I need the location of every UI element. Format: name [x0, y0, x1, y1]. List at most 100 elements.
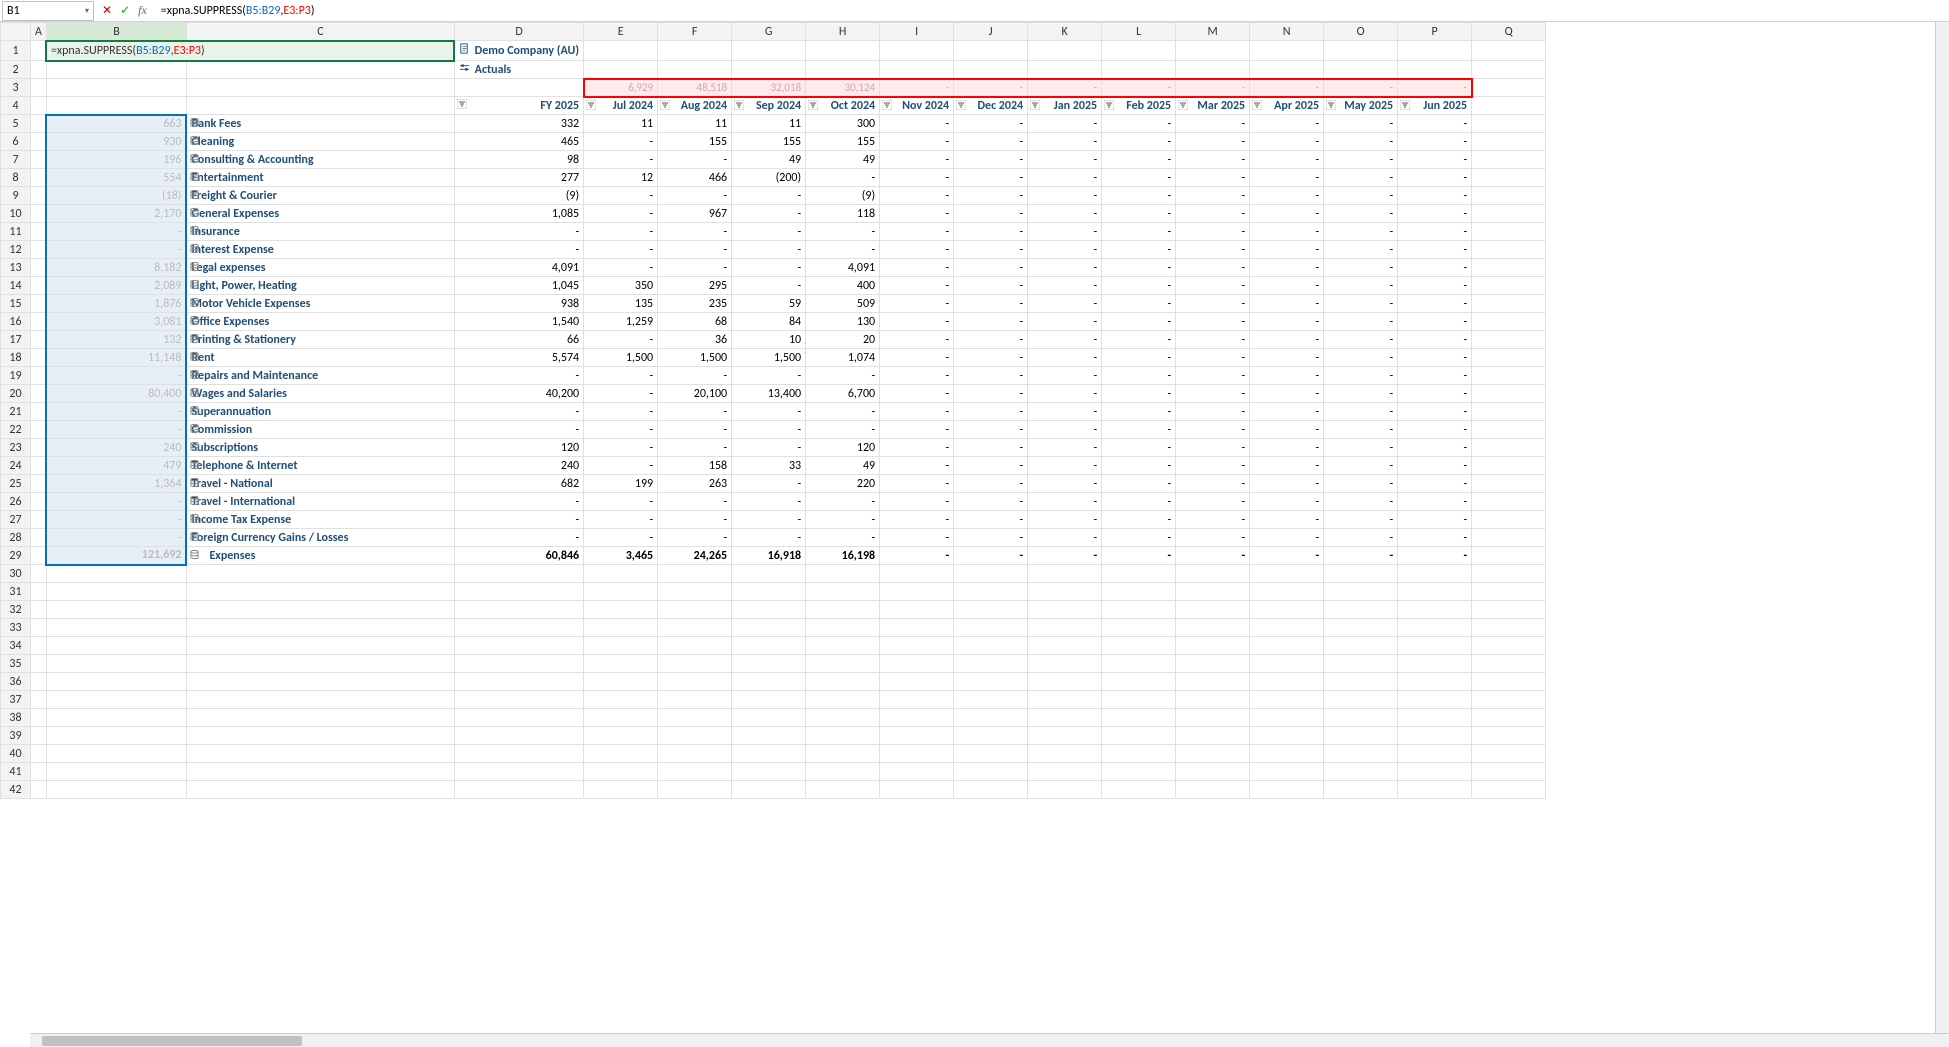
- cell[interactable]: [454, 565, 583, 583]
- cell[interactable]: [1102, 673, 1176, 691]
- cell[interactable]: [454, 601, 583, 619]
- period-header[interactable]: Aug 2024: [658, 97, 732, 115]
- data-cell[interactable]: -: [584, 367, 658, 385]
- cell[interactable]: [954, 763, 1028, 781]
- data-cell[interactable]: -: [584, 223, 658, 241]
- cell[interactable]: [1028, 727, 1102, 745]
- data-cell[interactable]: -: [1028, 493, 1102, 511]
- data-cell[interactable]: -: [1324, 493, 1398, 511]
- period-header[interactable]: Mar 2025: [1176, 97, 1250, 115]
- data-cell[interactable]: 11: [584, 115, 658, 133]
- data-cell[interactable]: -: [1324, 187, 1398, 205]
- cell[interactable]: [1472, 349, 1546, 367]
- cell[interactable]: [880, 781, 954, 799]
- data-cell[interactable]: (200): [732, 169, 806, 187]
- data-cell[interactable]: -: [954, 277, 1028, 295]
- data-cell[interactable]: 350: [584, 277, 658, 295]
- data-cell[interactable]: -: [1176, 493, 1250, 511]
- cell-B5[interactable]: 663: [46, 115, 186, 133]
- data-cell[interactable]: -: [880, 187, 954, 205]
- data-cell[interactable]: -: [1250, 169, 1324, 187]
- account-name-cell[interactable]: Foreign Currency Gains / Losses: [186, 529, 454, 547]
- data-cell[interactable]: -: [880, 277, 954, 295]
- cell[interactable]: [1472, 475, 1546, 493]
- data-cell[interactable]: 465: [454, 133, 583, 151]
- cell[interactable]: [1176, 673, 1250, 691]
- cell[interactable]: [1250, 745, 1324, 763]
- total-cell[interactable]: 16,198: [806, 547, 880, 565]
- data-cell[interactable]: -: [1176, 259, 1250, 277]
- cell[interactable]: [1250, 583, 1324, 601]
- cell-D3[interactable]: [454, 79, 583, 97]
- cell[interactable]: [1324, 61, 1398, 79]
- data-cell[interactable]: -: [732, 421, 806, 439]
- cell[interactable]: [880, 583, 954, 601]
- data-cell[interactable]: -: [1102, 151, 1176, 169]
- period-header[interactable]: Dec 2024: [954, 97, 1028, 115]
- data-cell[interactable]: 1,085: [454, 205, 583, 223]
- data-cell[interactable]: -: [806, 223, 880, 241]
- data-cell[interactable]: -: [1398, 529, 1472, 547]
- cell[interactable]: [1324, 727, 1398, 745]
- data-cell[interactable]: -: [1176, 205, 1250, 223]
- cell-A15[interactable]: [31, 295, 47, 313]
- account-name-cell[interactable]: Rent: [186, 349, 454, 367]
- cell-A13[interactable]: [31, 259, 47, 277]
- cell[interactable]: [806, 727, 880, 745]
- cell-A2[interactable]: [31, 61, 47, 79]
- data-cell[interactable]: 295: [658, 277, 732, 295]
- col-header-N[interactable]: N: [1250, 23, 1324, 41]
- data-cell[interactable]: -: [880, 151, 954, 169]
- data-cell[interactable]: -: [1176, 349, 1250, 367]
- data-cell[interactable]: -: [732, 493, 806, 511]
- data-cell[interactable]: -: [1176, 529, 1250, 547]
- data-cell[interactable]: 1,500: [732, 349, 806, 367]
- data-cell[interactable]: -: [732, 277, 806, 295]
- cell[interactable]: [1472, 169, 1546, 187]
- cell[interactable]: [658, 691, 732, 709]
- cell[interactable]: [1102, 61, 1176, 79]
- data-cell[interactable]: -: [1028, 241, 1102, 259]
- cell[interactable]: [1176, 763, 1250, 781]
- cell[interactable]: [806, 655, 880, 673]
- row-header-22[interactable]: 22: [1, 421, 31, 439]
- data-cell[interactable]: -: [1250, 349, 1324, 367]
- data-cell[interactable]: -: [584, 331, 658, 349]
- row-header-10[interactable]: 10: [1, 205, 31, 223]
- cell[interactable]: [658, 41, 732, 61]
- data-cell[interactable]: -: [658, 259, 732, 277]
- data-cell[interactable]: -: [1102, 313, 1176, 331]
- cell-A4[interactable]: [31, 97, 47, 115]
- data-cell[interactable]: 1,045: [454, 277, 583, 295]
- data-cell[interactable]: -: [658, 511, 732, 529]
- cell-A20[interactable]: [31, 385, 47, 403]
- data-cell[interactable]: 466: [658, 169, 732, 187]
- data-cell[interactable]: -: [806, 169, 880, 187]
- total-cell[interactable]: -: [1324, 547, 1398, 565]
- cell[interactable]: [1398, 691, 1472, 709]
- cell[interactable]: [1176, 565, 1250, 583]
- cell[interactable]: [954, 691, 1028, 709]
- data-cell[interactable]: -: [1176, 151, 1250, 169]
- cell[interactable]: [1028, 565, 1102, 583]
- cell[interactable]: [31, 763, 47, 781]
- cell[interactable]: [1176, 601, 1250, 619]
- cell[interactable]: [954, 745, 1028, 763]
- cell[interactable]: [1176, 709, 1250, 727]
- cell-A5[interactable]: [31, 115, 47, 133]
- cell-B16[interactable]: 3,081: [46, 313, 186, 331]
- cell[interactable]: [1472, 61, 1546, 79]
- data-cell[interactable]: 20,100: [658, 385, 732, 403]
- data-cell[interactable]: 11: [658, 115, 732, 133]
- cell[interactable]: [1472, 709, 1546, 727]
- cell-A19[interactable]: [31, 367, 47, 385]
- filter-icon[interactable]: [956, 100, 966, 110]
- data-cell[interactable]: -: [454, 241, 583, 259]
- cell-A25[interactable]: [31, 475, 47, 493]
- cell[interactable]: [732, 691, 806, 709]
- cell[interactable]: [186, 637, 454, 655]
- cell[interactable]: [1176, 781, 1250, 799]
- cell-A14[interactable]: [31, 277, 47, 295]
- cell-A8[interactable]: [31, 169, 47, 187]
- data-cell[interactable]: -: [732, 529, 806, 547]
